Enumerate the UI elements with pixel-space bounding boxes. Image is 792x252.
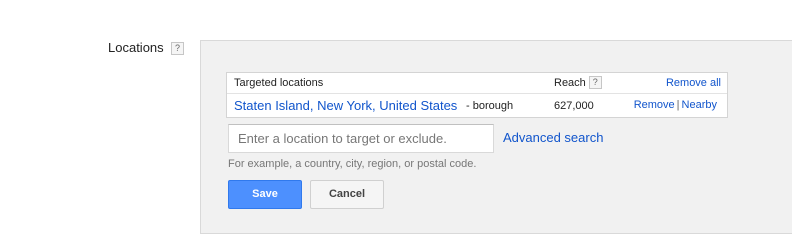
locations-label: Locations xyxy=(108,40,164,55)
nearby-link[interactable]: Nearby xyxy=(682,99,717,111)
table-header: Targeted locations Reach? Remove all xyxy=(227,73,727,94)
location-name-link[interactable]: Staten Island, New York, United States xyxy=(234,98,457,113)
action-separator: | xyxy=(676,99,680,111)
cancel-button[interactable]: Cancel xyxy=(310,180,384,209)
header-reach: Reach? xyxy=(554,75,602,89)
location-search-input[interactable] xyxy=(228,124,494,153)
reach-help-icon[interactable]: ? xyxy=(588,75,602,89)
remove-all-link[interactable]: Remove all xyxy=(666,77,721,89)
save-button[interactable]: Save xyxy=(228,180,302,209)
help-icon[interactable]: ? xyxy=(171,42,184,55)
location-hint: For example, a country, city, region, or… xyxy=(228,158,477,170)
locations-panel: Targeted locations Reach? Remove all Sta… xyxy=(200,40,792,234)
targeted-locations-table: Targeted locations Reach? Remove all Sta… xyxy=(226,72,728,118)
location-reach: 627,000 xyxy=(554,100,594,112)
remove-link[interactable]: Remove xyxy=(634,99,675,111)
header-targeted-locations: Targeted locations xyxy=(234,77,324,89)
location-type: - borough xyxy=(466,100,514,112)
advanced-search-link[interactable]: Advanced search xyxy=(503,130,603,145)
table-row: Staten Island, New York, United States -… xyxy=(227,94,727,118)
row-actions: Remove | Nearby xyxy=(634,99,717,111)
header-reach-label: Reach xyxy=(554,77,586,89)
